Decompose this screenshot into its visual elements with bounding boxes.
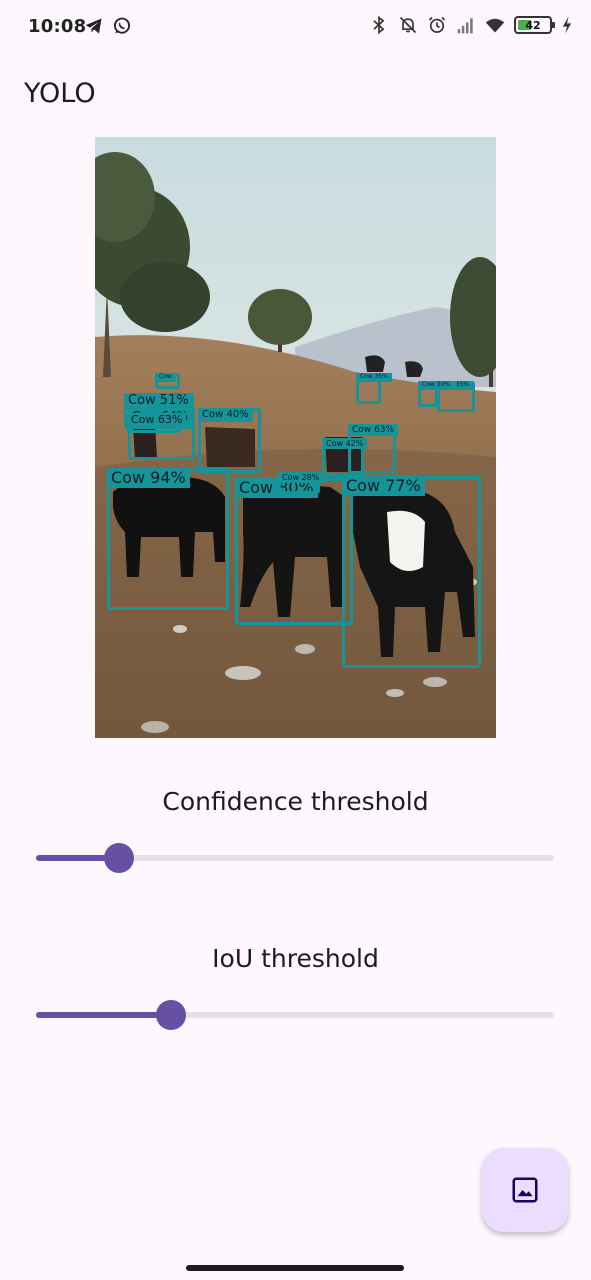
detection-box: Cow 28% <box>278 472 324 494</box>
notifications-off-icon <box>399 16 417 34</box>
battery-icon: 42 <box>514 16 555 34</box>
detection-box: Cow 63% <box>127 413 187 433</box>
iou-slider-thumb[interactable] <box>155 1000 186 1030</box>
iou-threshold-slider[interactable] <box>36 1000 554 1030</box>
detection-label: Cow 35% <box>356 373 393 382</box>
pick-image-button[interactable] <box>482 1148 568 1232</box>
status-time: 10:08 <box>28 16 87 37</box>
battery-level: 42 <box>525 18 541 32</box>
detection-box: Cow 35% <box>356 373 393 404</box>
detection-label: Cow 42% <box>322 438 368 450</box>
detection-label: Cow 63% <box>348 424 399 437</box>
detection-label: Cow 28% <box>278 472 324 484</box>
charging-icon <box>562 16 572 34</box>
signal-icon <box>457 18 473 34</box>
app-title: YOLO <box>24 78 96 109</box>
detection-box: Cow 40% <box>198 408 261 473</box>
wifi-icon <box>485 18 505 33</box>
confidence-slider-thumb[interactable] <box>103 843 134 873</box>
detection-label: Cow 94% <box>107 468 190 489</box>
detection-box: Cow 77% <box>342 476 481 668</box>
image-icon <box>512 1177 538 1203</box>
detection-box: Cow 30% <box>418 381 455 407</box>
confidence-threshold-label: Confidence threshold <box>162 787 429 816</box>
alarm-icon <box>428 16 446 33</box>
detection-box: Cow 42% <box>322 438 368 477</box>
iou-slider-active-track <box>36 1012 171 1018</box>
detection-box: Cow <box>155 373 180 389</box>
detection-label: Cow <box>155 373 176 382</box>
whatsapp-icon <box>114 17 130 34</box>
detection-label: Cow 30% <box>418 381 455 390</box>
detection-label: Cow 51% <box>124 393 193 410</box>
detection-label: Cow 63% <box>127 413 187 428</box>
detection-label: Cow 40% <box>198 408 253 422</box>
confidence-threshold-slider[interactable] <box>36 843 554 873</box>
home-indicator[interactable] <box>186 1265 404 1271</box>
detection-box: Cow 94% <box>107 468 229 610</box>
detection-box: Cow 80% <box>235 478 353 625</box>
iou-threshold-label: IoU threshold <box>212 944 379 973</box>
telegram-icon <box>85 18 102 34</box>
detection-image: Cow 94%Cow 80%Cow 77%Cow 64%Cow 63%Cow 5… <box>95 137 496 738</box>
bluetooth-icon <box>373 15 385 35</box>
status-bar: 10:08 42 <box>0 0 591 54</box>
detection-label: Cow 77% <box>342 476 425 497</box>
